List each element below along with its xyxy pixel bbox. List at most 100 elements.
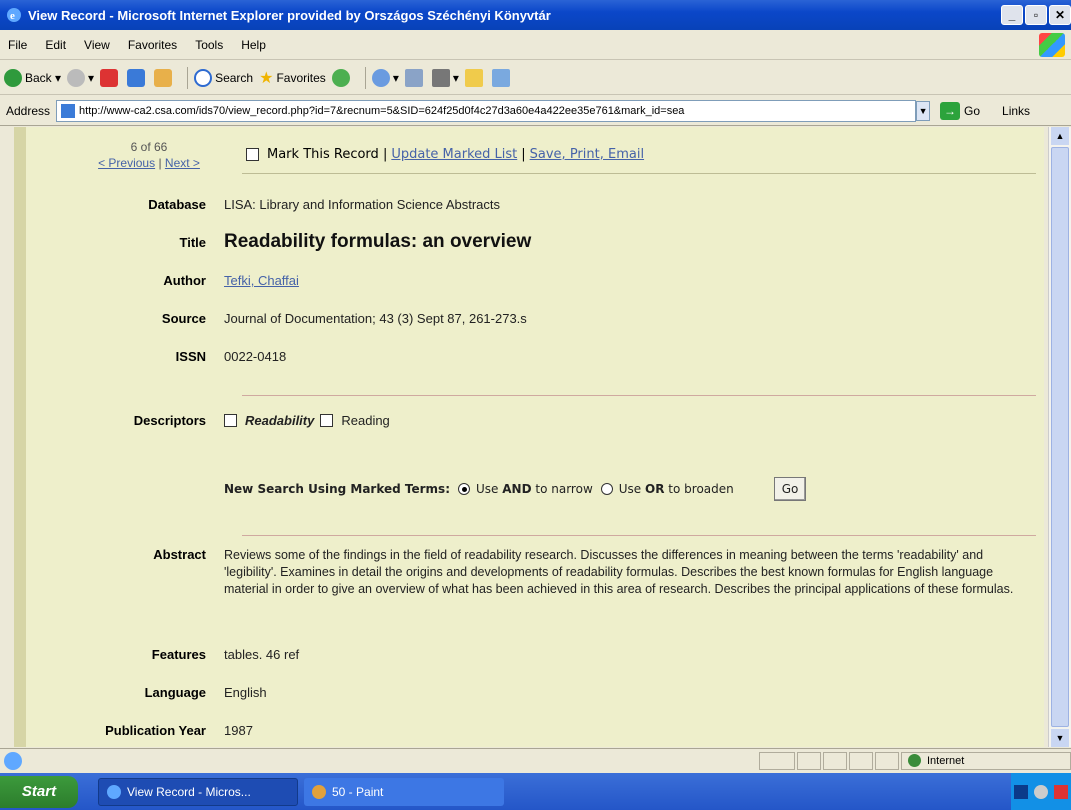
new-search-label: New Search Using Marked Terms: <box>224 482 451 496</box>
address-dropdown[interactable]: ▼ <box>916 100 931 121</box>
media-button[interactable] <box>331 68 353 87</box>
descriptors-label: Descriptors <box>133 413 206 428</box>
scroll-up-icon[interactable]: ▲ <box>1051 127 1069 145</box>
taskbar-item-paint[interactable]: 50 - Paint <box>304 777 504 806</box>
tray-network-icon[interactable] <box>1034 784 1048 799</box>
descriptor-readability-checkbox[interactable] <box>224 414 237 427</box>
internet-zone-label: Internet <box>927 754 965 767</box>
previous-link[interactable]: < Previous <box>98 156 155 170</box>
taskbar: Start View Record - Micros... 50 - Paint <box>0 773 1071 810</box>
back-label: Back <box>25 70 52 85</box>
or-keyword: OR <box>645 482 665 496</box>
page-content: 6 of 66 < Previous | Next > Mark This Re… <box>14 127 1044 747</box>
menu-help[interactable]: Help <box>241 38 266 52</box>
window-title: View Record - Microsoft Internet Explore… <box>28 7 551 23</box>
print-icon <box>431 68 450 87</box>
issn-value: 0022-0418 <box>224 349 287 364</box>
abstract-label: Abstract <box>153 547 206 562</box>
address-url: http://www-ca2.csa.com/ids70/view_record… <box>79 104 685 117</box>
messenger-button[interactable] <box>491 68 513 87</box>
new-search-go-button[interactable]: Go <box>773 477 807 501</box>
go-button[interactable]: → Go <box>940 101 980 120</box>
mail-button[interactable] <box>404 68 426 87</box>
favorites-button[interactable]: ★ Favorites <box>259 68 326 88</box>
mark-record-label: Mark This Record <box>267 147 379 162</box>
features-label: Features <box>151 647 206 662</box>
maximize-button[interactable]: ▫ <box>1025 5 1047 25</box>
next-link[interactable]: Next > <box>165 156 200 170</box>
minimize-button[interactable]: _ <box>1001 5 1023 25</box>
or-option-use: Use <box>618 482 642 496</box>
abstract-text: Reviews some of the findings in the fiel… <box>224 548 1014 596</box>
folder-icon <box>464 68 483 87</box>
scroll-down-icon[interactable]: ▼ <box>1051 729 1069 747</box>
record-count: 6 of 66 <box>130 140 168 154</box>
descriptor-readability: Readability <box>245 413 315 428</box>
and-radio[interactable] <box>458 483 471 495</box>
back-arrow-icon <box>4 68 22 87</box>
language-value: English <box>224 685 267 700</box>
back-button[interactable]: Back ▾ <box>4 68 61 87</box>
search-icon <box>194 68 213 87</box>
database-value: LISA: Library and Information Science Ab… <box>224 197 501 212</box>
tray-app-icon[interactable] <box>1014 784 1028 799</box>
ie-icon: e <box>7 8 21 22</box>
refresh-button[interactable] <box>127 68 148 87</box>
go-arrow-icon: → <box>940 101 961 120</box>
features-value: tables. 46 ref <box>224 647 300 662</box>
record-title: Readability formulas: an overview <box>224 231 532 252</box>
scroll-thumb[interactable] <box>1051 147 1069 727</box>
forward-button[interactable]: ▾ <box>67 68 94 87</box>
home-icon <box>154 68 173 87</box>
start-label: Start <box>21 783 57 800</box>
descriptor-reading-checkbox[interactable] <box>320 414 334 427</box>
record-nav: 6 of 66 < Previous | Next > <box>74 139 224 171</box>
pubyear-label: Publication Year <box>105 723 206 738</box>
home-button[interactable] <box>154 68 175 87</box>
task-ie-label: View Record - Micros... <box>127 784 251 799</box>
title-label: Title <box>179 234 207 250</box>
toolbar: Back ▾ ▾ Search ★ Favorites ▾ ▾ <box>0 61 1071 95</box>
close-button[interactable]: ✕ <box>1049 5 1071 25</box>
update-marked-list-link[interactable]: Update Marked List <box>391 147 517 162</box>
menu-favorites[interactable]: Favorites <box>128 38 177 52</box>
print-button[interactable]: ▾ <box>431 68 459 87</box>
vertical-scrollbar[interactable]: ▲ ▼ <box>1048 127 1071 747</box>
mark-bar: Mark This Record | Update Marked List | S… <box>246 147 648 162</box>
descriptor-reading: Reading <box>341 413 390 428</box>
refresh-icon <box>127 68 146 87</box>
taskbar-item-ie[interactable]: View Record - Micros... <box>98 777 298 806</box>
paint-task-icon <box>312 784 326 799</box>
menu-tools[interactable]: Tools <box>195 38 223 52</box>
svg-text:e: e <box>10 10 15 22</box>
search-label: Search <box>215 70 254 85</box>
media-icon <box>331 68 350 87</box>
stop-button[interactable] <box>100 68 121 87</box>
menu-file[interactable]: File <box>8 38 27 52</box>
mail-icon <box>404 68 423 87</box>
mark-record-checkbox[interactable] <box>246 148 259 161</box>
or-radio[interactable] <box>600 483 613 495</box>
start-button[interactable]: Start <box>0 775 78 808</box>
save-print-email-link[interactable]: Save, Print, Email <box>530 147 644 162</box>
and-keyword: AND <box>502 482 532 496</box>
status-bar: Internet <box>0 748 1071 772</box>
menu-edit[interactable]: Edit <box>45 38 66 52</box>
history-button[interactable]: ▾ <box>371 68 399 87</box>
favorites-label: Favorites <box>276 70 326 85</box>
address-input[interactable]: http://www-ca2.csa.com/ids70/view_record… <box>56 99 917 122</box>
history-icon <box>371 68 390 87</box>
and-option-use: Use <box>476 482 499 496</box>
author-label: Author <box>163 273 206 288</box>
and-option-suffix: to narrow <box>535 482 593 496</box>
folder-button[interactable] <box>464 68 486 87</box>
database-label: Database <box>148 197 206 212</box>
menu-view[interactable]: View <box>84 38 110 52</box>
author-link[interactable]: Tefki, Chaffai <box>224 273 299 288</box>
browser-window: e View Record - Microsoft Internet Explo… <box>0 0 1071 810</box>
messenger-icon <box>491 68 510 87</box>
tray-alert-icon[interactable] <box>1054 784 1068 799</box>
star-icon: ★ <box>259 69 274 87</box>
search-button[interactable]: Search <box>194 68 254 87</box>
links-button[interactable]: Links <box>1002 104 1030 118</box>
